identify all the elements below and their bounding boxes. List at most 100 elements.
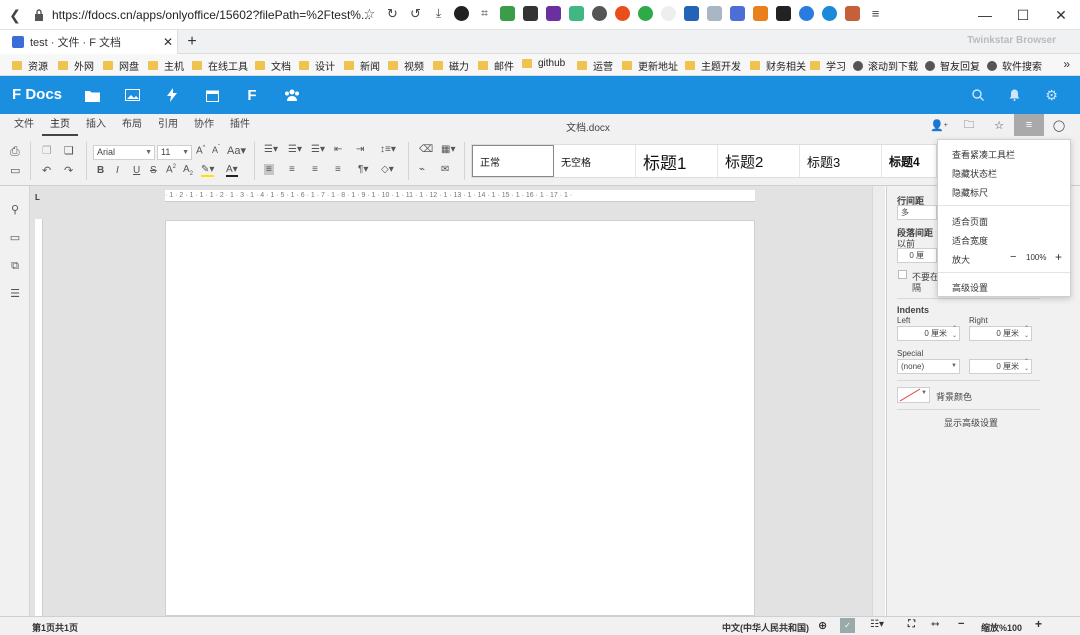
menu-item-fit-width[interactable]: 适合宽度 xyxy=(952,234,988,247)
subscript-icon[interactable]: A2 xyxy=(183,164,193,177)
redo-icon[interactable]: ↷ xyxy=(64,164,73,177)
menu-item-advanced-settings[interactable]: 高级设置 xyxy=(952,281,988,294)
spinner-icon[interactable]: ⌃ ⌄ xyxy=(1024,326,1029,340)
bold-icon[interactable]: B xyxy=(97,165,104,176)
shading-icon[interactable]: ◇▾ xyxy=(381,164,394,175)
search-icon[interactable] xyxy=(959,76,996,114)
extension-icon[interactable] xyxy=(730,6,745,21)
undo-icon[interactable]: ↺ xyxy=(408,6,423,21)
underline-icon[interactable]: U xyxy=(133,165,140,176)
calendar-icon[interactable] xyxy=(192,76,232,114)
extension-icon[interactable] xyxy=(707,6,722,21)
superscript-icon[interactable]: A2 xyxy=(166,164,176,175)
bookmark-item[interactable]: 在线工具 xyxy=(192,58,248,73)
increase-font-icon[interactable]: A^ xyxy=(196,145,206,156)
extension-icon[interactable] xyxy=(546,6,561,21)
navigation-icon[interactable]: ☰ xyxy=(0,280,30,308)
font-size-select[interactable]: 11 ▼ xyxy=(157,145,192,160)
numbered-list-icon[interactable]: ☰▾ xyxy=(288,144,302,155)
special-indent-select[interactable]: (none) ▼ xyxy=(897,359,960,374)
extension-icon[interactable] xyxy=(799,6,814,21)
line-spacing-select[interactable]: 多 xyxy=(897,205,937,220)
extension-icon[interactable] xyxy=(661,6,676,21)
tab-insert[interactable]: 插入 xyxy=(78,114,114,136)
browser-tab[interactable]: test · 文件 · F 文档 ✕ xyxy=(0,30,178,54)
tab-references[interactable]: 引用 xyxy=(150,114,186,136)
bookmark-item[interactable]: 新闻 xyxy=(344,58,380,73)
background-color-picker[interactable]: ▼ xyxy=(897,387,930,403)
bookmark-item[interactable]: 运营 xyxy=(577,58,613,73)
url-field[interactable]: https://fdocs.cn/apps/onlyoffice/15602?f… xyxy=(52,8,371,22)
style-normal[interactable]: 正常 xyxy=(472,145,554,177)
extension-icon[interactable] xyxy=(523,6,538,21)
bookmark-item[interactable]: 视频 xyxy=(388,58,424,73)
align-right-icon[interactable]: ≡ xyxy=(312,164,318,175)
track-changes-icon[interactable]: ☷▾ xyxy=(870,619,884,630)
style-heading-4[interactable]: 标题4 xyxy=(882,145,936,177)
bookmark-item[interactable]: 网盘 xyxy=(103,58,139,73)
change-case-icon[interactable]: Aa▾ xyxy=(227,144,246,157)
color-scheme-icon[interactable]: ▦▾ xyxy=(441,144,455,155)
download-icon[interactable]: ⤓ xyxy=(431,6,446,21)
line-spacing-icon[interactable]: ↕≡▾ xyxy=(380,144,396,155)
decrease-indent-icon[interactable]: ⇤ xyxy=(334,144,342,155)
user-avatar-icon[interactable]: ◯ xyxy=(1044,114,1074,136)
decrease-font-icon[interactable]: Aˇ xyxy=(212,145,220,155)
team-icon[interactable] xyxy=(272,76,312,114)
bookmark-item[interactable]: github xyxy=(522,58,565,69)
style-heading-3[interactable]: 标题3 xyxy=(800,145,882,177)
nonprinting-chars-icon[interactable]: ¶▾ xyxy=(358,164,368,175)
star-icon[interactable]: ☆ xyxy=(362,6,377,21)
extension-icon[interactable] xyxy=(845,6,860,21)
bookmark-item[interactable]: 文档 xyxy=(255,58,291,73)
spellcheck-icon[interactable]: ✓ xyxy=(840,618,855,633)
indent-right-field[interactable]: 0 厘米 ⌃ ⌄ xyxy=(969,326,1032,341)
bell-icon[interactable] xyxy=(996,76,1033,114)
bookmark-item[interactable]: 磁力 xyxy=(433,58,469,73)
show-advanced-settings-link[interactable]: 显示高级设置 xyxy=(944,416,998,429)
bookmark-item[interactable]: 软件搜索 xyxy=(987,58,1042,73)
special-indent-field[interactable]: 0 厘米 ⌃ ⌄ xyxy=(969,359,1032,374)
bookmark-item[interactable]: 外网 xyxy=(58,58,94,73)
extension-icon[interactable] xyxy=(776,6,791,21)
extension-icon[interactable] xyxy=(454,6,469,21)
folder-icon[interactable] xyxy=(72,76,112,114)
extension-icon[interactable] xyxy=(592,6,607,21)
search-icon[interactable]: ⚲ xyxy=(0,196,30,224)
bookmark-item[interactable]: 滚动到下载 xyxy=(853,58,918,73)
globe-icon[interactable]: ⊕ xyxy=(818,619,827,632)
tab-close-icon[interactable]: ✕ xyxy=(159,35,177,49)
app-logo[interactable]: F Docs xyxy=(12,86,62,103)
align-left-icon[interactable]: ≡ xyxy=(264,164,274,175)
dont-add-interval-checkbox[interactable] xyxy=(898,270,907,279)
style-no-spacing[interactable]: 无空格 xyxy=(554,145,636,177)
copy-style-icon[interactable]: ⌁ xyxy=(419,164,425,175)
zoom-out-icon[interactable]: − xyxy=(958,618,964,630)
extension-icon[interactable] xyxy=(753,6,768,21)
spinner-icon[interactable]: ⌃ ⌄ xyxy=(952,326,957,340)
document-page[interactable] xyxy=(165,220,755,616)
style-heading-2[interactable]: 标题2 xyxy=(718,145,800,177)
extension-icon[interactable] xyxy=(615,6,630,21)
menu-item-compact-toolbar[interactable]: 查看紧凑工具栏 xyxy=(952,148,1015,161)
bookmark-item[interactable]: 更新地址 xyxy=(622,58,678,73)
save-icon[interactable]: ▭ xyxy=(10,164,20,177)
minimize-icon[interactable]: — xyxy=(966,0,1004,30)
close-icon[interactable]: ✕ xyxy=(1042,0,1080,30)
bookmark-item[interactable]: 资源 xyxy=(12,58,48,73)
bookmark-item[interactable]: 邮件 xyxy=(478,58,514,73)
bookmark-item[interactable]: 智友回复 xyxy=(925,58,980,73)
chat-icon[interactable]: ⧉ xyxy=(0,252,30,280)
tab-stop-selector[interactable]: L xyxy=(35,193,44,202)
menu-icon[interactable]: ≡ xyxy=(868,6,883,21)
comments-icon[interactable]: ▭ xyxy=(0,224,30,252)
maximize-icon[interactable]: ☐ xyxy=(1004,0,1042,30)
favorite-star-icon[interactable]: ☆ xyxy=(984,114,1014,136)
undo-icon[interactable]: ↶ xyxy=(42,164,51,177)
spacing-before-field[interactable]: 0 厘 xyxy=(897,248,937,263)
bookmark-item[interactable]: 设计 xyxy=(299,58,335,73)
style-heading-1[interactable]: 标题1 xyxy=(636,145,718,177)
zoom-in-icon[interactable]: + xyxy=(1035,617,1042,631)
highlight-icon[interactable]: ✎▾ xyxy=(201,164,215,177)
vertical-scrollbar[interactable] xyxy=(872,186,885,616)
